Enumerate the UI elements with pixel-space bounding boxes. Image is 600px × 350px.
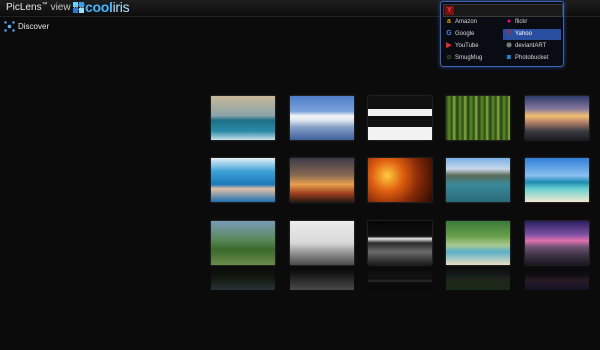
photo-waterfall-beach-reflection	[446, 268, 510, 290]
engine-label: Amazon	[455, 19, 478, 25]
photo-purple-sunset[interactable]	[525, 221, 589, 265]
photo-purple-sunset-reflection	[525, 268, 589, 290]
youtube-icon: ▶	[446, 42, 452, 49]
photo-bamboo-forest[interactable]	[446, 96, 510, 140]
engine-item-yahoo[interactable]: Y Yahoo	[503, 29, 561, 40]
search-input[interactable]	[456, 5, 560, 15]
deviantart-icon: ⊛	[506, 42, 512, 49]
photo-arc-de-triomphe[interactable]	[290, 158, 354, 202]
engine-item-smugmug[interactable]: ☺ SmugMug	[443, 53, 501, 64]
amazon-icon: a	[447, 18, 451, 25]
yahoo-icon[interactable]: Y	[445, 6, 454, 15]
photo-autumn-leaves[interactable]	[368, 158, 432, 202]
yahoo-icon: Y	[506, 30, 512, 37]
engine-item-google[interactable]: G Google	[443, 29, 501, 40]
flickr-icon: ●	[506, 18, 512, 25]
engine-item-deviantart[interactable]: ⊛ deviantART	[503, 41, 561, 52]
search-panel: Y a Amazon ● flickr G Google Y Yahoo ▶ YouTube ⊛ de…	[440, 1, 564, 67]
photo-snow-mountain-lake[interactable]	[290, 96, 354, 140]
engine-label: flickr	[515, 19, 528, 25]
engine-label: deviantART	[515, 43, 547, 49]
photo-waterfall-beach[interactable]	[446, 221, 510, 265]
search-box[interactable]: Y	[443, 4, 563, 17]
photo-dark-interior-reflection	[368, 268, 432, 290]
engine-item-flickr[interactable]: ● flickr	[503, 17, 561, 28]
engine-item-amazon[interactable]: a Amazon	[443, 17, 501, 28]
photo-gallery-interior[interactable]	[290, 221, 354, 265]
photo-gallery-interior-reflection	[290, 268, 354, 290]
engine-label: SmugMug	[455, 55, 483, 61]
photo-green-valley-reflection	[211, 268, 275, 290]
smugmug-icon: ☺	[445, 54, 453, 61]
photo-dark-interior[interactable]	[368, 221, 432, 265]
engine-label: Yahoo	[515, 31, 532, 37]
photo-swimmer[interactable]	[211, 158, 275, 202]
engine-label: Photobucket	[515, 55, 549, 61]
photo-tropical-beach[interactable]	[525, 158, 589, 202]
photo-mountain-lake[interactable]	[446, 158, 510, 202]
photo-black-white-abstract[interactable]	[368, 96, 432, 140]
photobucket-icon: ◙	[506, 54, 512, 61]
photo-sunset-rocky-coast[interactable]	[525, 96, 589, 140]
engine-label: Google	[455, 31, 475, 37]
engine-item-photobucket[interactable]: ◙ Photobucket	[503, 53, 561, 64]
photo-green-valley[interactable]	[211, 221, 275, 265]
photo-surfer[interactable]	[211, 96, 275, 140]
engine-label: YouTube	[455, 43, 479, 49]
engine-item-youtube[interactable]: ▶ YouTube	[443, 41, 501, 52]
google-icon: G	[446, 30, 452, 37]
